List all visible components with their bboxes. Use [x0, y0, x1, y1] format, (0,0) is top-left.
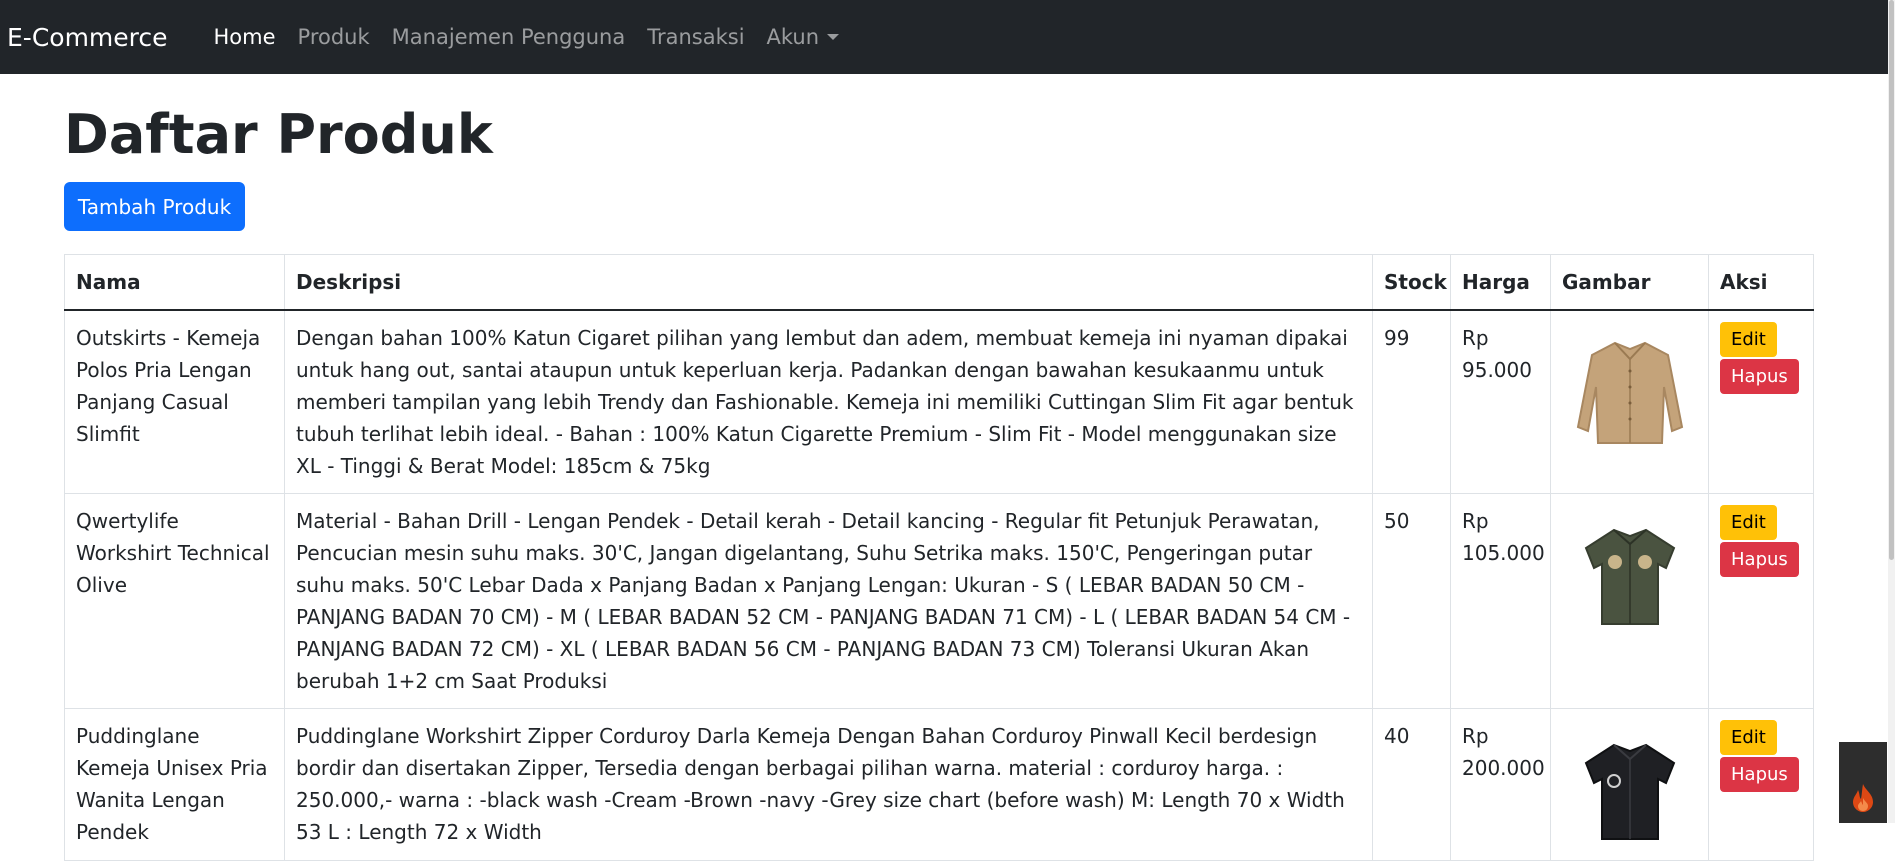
- product-table: Nama Deskripsi Stock Harga Gambar Aksi O…: [64, 254, 1814, 861]
- nav-transaksi[interactable]: Transaksi: [647, 25, 744, 49]
- cell-nama: Qwertylife Workshirt Technical Olive: [64, 493, 285, 709]
- cell-harga: Rp 95.000: [1450, 309, 1551, 494]
- cell-harga: Rp 200.000: [1450, 708, 1551, 861]
- delete-button[interactable]: Hapus: [1720, 542, 1799, 577]
- add-product-button[interactable]: Tambah Produk: [64, 182, 245, 231]
- nav-produk[interactable]: Produk: [298, 25, 370, 49]
- flame-icon: [1853, 784, 1873, 812]
- delete-button[interactable]: Hapus: [1720, 757, 1799, 792]
- nav-manajemen-pengguna[interactable]: Manajemen Pengguna: [392, 25, 626, 49]
- edit-button[interactable]: Edit: [1720, 720, 1777, 755]
- edit-button[interactable]: Edit: [1720, 322, 1777, 357]
- header-harga[interactable]: Harga: [1450, 254, 1551, 311]
- cell-gambar: [1550, 493, 1709, 709]
- vertical-scrollbar[interactable]: [1888, 0, 1895, 823]
- cell-deskripsi: Material - Bahan Drill - Lengan Pendek -…: [284, 493, 1373, 709]
- cell-gambar: [1550, 708, 1709, 861]
- cell-gambar: [1550, 309, 1709, 494]
- table-row: Qwertylife Workshirt Technical Olive Mat…: [64, 493, 1814, 709]
- header-nama[interactable]: Nama: [64, 254, 285, 311]
- cell-nama: Puddinglane Kemeja Unisex Pria Wanita Le…: [64, 708, 285, 861]
- cell-aksi: Edit Hapus: [1708, 309, 1814, 494]
- cell-harga: Rp 105.000: [1450, 493, 1551, 709]
- nav-akun-dropdown[interactable]: Akun: [767, 25, 840, 49]
- product-image-short-sleeve-shirt: [1584, 528, 1676, 625]
- cell-deskripsi: Dengan bahan 100% Katun Cigaret pilihan …: [284, 309, 1373, 494]
- brand-link[interactable]: E-Commerce: [7, 23, 168, 52]
- cell-stock: 40: [1372, 708, 1451, 861]
- caret-down-icon: [827, 34, 840, 40]
- product-image-corduroy-shirt: [1584, 743, 1676, 840]
- cell-aksi: Edit Hapus: [1708, 708, 1814, 861]
- debug-toolbar-toggle[interactable]: [1839, 742, 1887, 823]
- nav-akun-label: Akun: [766, 25, 820, 49]
- header-gambar[interactable]: Gambar: [1550, 254, 1709, 311]
- cell-nama: Outskirts - Kemeja Polos Pria Lengan Pan…: [64, 309, 285, 494]
- header-stock[interactable]: Stock: [1372, 254, 1451, 311]
- page-title: Daftar Produk: [64, 103, 493, 166]
- cell-deskripsi: Puddinglane Workshirt Zipper Corduroy Da…: [284, 708, 1373, 861]
- header-deskripsi[interactable]: Deskripsi: [284, 254, 1373, 311]
- table-row: Outskirts - Kemeja Polos Pria Lengan Pan…: [64, 309, 1814, 494]
- main-container: Daftar Produk Tambah Produk Nama Deskrip…: [64, 74, 1814, 861]
- table-row: Puddinglane Kemeja Unisex Pria Wanita Le…: [64, 708, 1814, 861]
- cell-stock: 50: [1372, 493, 1451, 709]
- table-header-row: Nama Deskripsi Stock Harga Gambar Aksi: [64, 254, 1814, 311]
- scrollbar-thumb[interactable]: [1889, 0, 1894, 560]
- edit-button[interactable]: Edit: [1720, 505, 1777, 540]
- product-image-long-sleeve-shirt: [1576, 341, 1684, 444]
- cell-stock: 99: [1372, 309, 1451, 494]
- top-navbar: E-Commerce Home Produk Manajemen Penggun…: [0, 0, 1888, 74]
- header-aksi[interactable]: Aksi: [1708, 254, 1814, 311]
- delete-button[interactable]: Hapus: [1720, 359, 1799, 394]
- cell-aksi: Edit Hapus: [1708, 493, 1814, 709]
- nav-home[interactable]: Home: [214, 25, 276, 49]
